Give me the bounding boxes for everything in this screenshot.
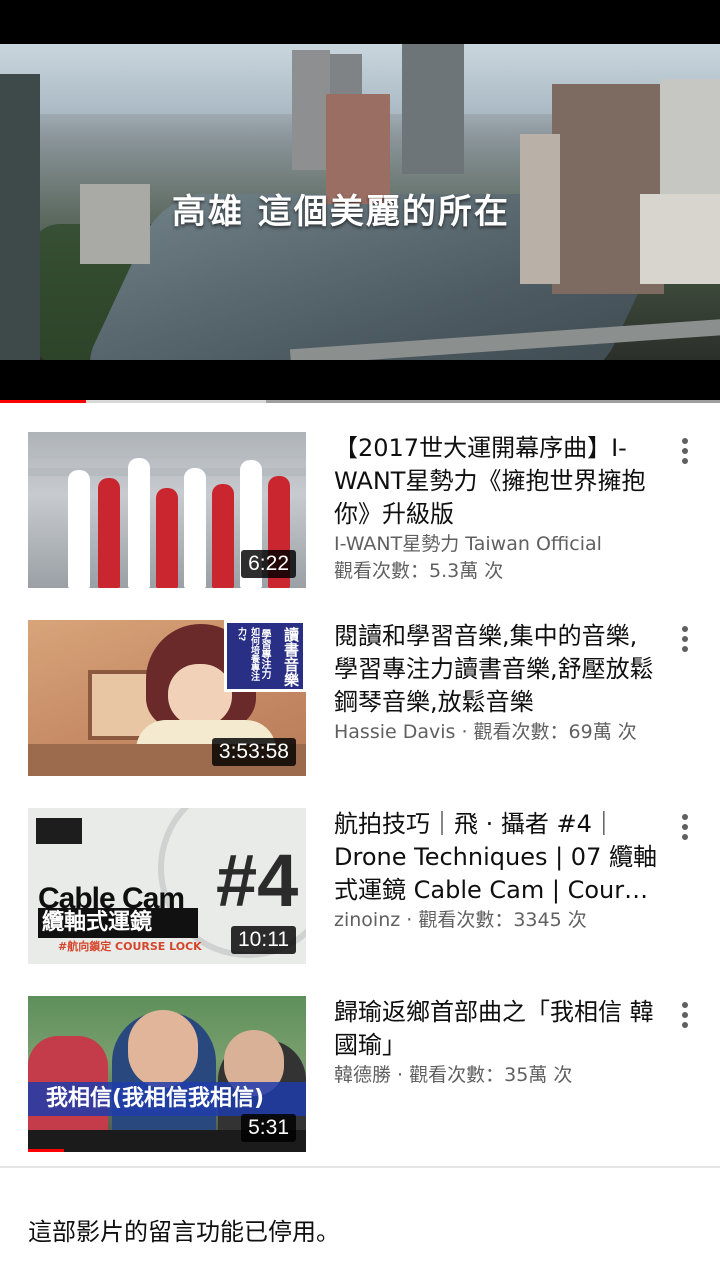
thumb-figure <box>98 478 120 588</box>
more-options-icon[interactable] <box>672 1000 698 1030</box>
thumb-logo <box>36 818 82 844</box>
thumb-text: 纜軸式運鏡 <box>38 908 198 938</box>
video-player[interactable]: 高雄 這個美麗的所在 <box>0 0 720 402</box>
video-meta[interactable]: 航拍技巧｜飛 · 攝者 #4｜Drone Techniques | 07 纜軸式… <box>334 808 658 934</box>
more-options-icon[interactable] <box>672 436 698 466</box>
video-meta[interactable]: 歸瑜返鄉首部曲之「我相信 韓國瑜」 韓德勝 · 觀看次數：35萬 次 <box>334 996 658 1089</box>
video-thumbnail[interactable]: 我相信(我相信我相信) 5:31 <box>28 996 306 1152</box>
video-overlay-title: 高雄 這個美麗的所在 <box>172 192 510 232</box>
thumb-figure <box>212 484 234 588</box>
channel-name: I-WANT星勢力 Taiwan Official <box>334 533 602 555</box>
thumb-figure <box>68 470 90 588</box>
duration-badge: 6:22 <box>241 550 296 578</box>
more-options-icon[interactable] <box>672 624 698 654</box>
video-title[interactable]: 閱讀和學習音樂,集中的音樂,學習專注力讀書音樂,舒壓放鬆鋼琴音樂,放鬆音樂 <box>334 620 658 719</box>
thumb-figure <box>128 458 150 588</box>
channel-and-views: 韓德勝 · 觀看次數：35萬 次 <box>334 1064 573 1086</box>
video-meta[interactable]: 閱讀和學習音樂,集中的音樂,學習專注力讀書音樂,舒壓放鬆鋼琴音樂,放鬆音樂 Ha… <box>334 620 658 746</box>
duration-badge: 10:11 <box>231 926 296 954</box>
video-item[interactable]: 6:22 【2017世大運開幕序曲】I-WANT星勢力《擁抱世界擁抱你》升級版 … <box>0 432 720 592</box>
video-building <box>402 44 464 174</box>
thumb-figure <box>168 664 232 726</box>
thumb-figure <box>184 468 206 588</box>
progress-fill <box>0 400 87 403</box>
video-building <box>640 194 720 284</box>
thumb-figure <box>128 1010 198 1088</box>
thumb-sign-text: 讀書音樂 <box>282 627 300 687</box>
thumb-sign: 讀書音樂 學習專注力 如何培養專注力? <box>224 620 306 692</box>
video-building <box>80 184 150 264</box>
video-building <box>292 50 330 170</box>
video-title[interactable]: 【2017世大運開幕序曲】I-WANT星勢力《擁抱世界擁抱你》升級版 <box>334 432 658 531</box>
more-options-icon[interactable] <box>672 812 698 842</box>
thumb-text: #航向鎖定 COURSE LOCK <box>58 940 202 953</box>
view-count: 觀看次數：5.3萬 次 <box>334 560 504 582</box>
video-title[interactable]: 歸瑜返鄉首部曲之「我相信 韓國瑜」 <box>334 996 658 1062</box>
thumb-banner-text: 我相信(我相信我相信) <box>46 1086 265 1111</box>
thumb-number: #4 <box>216 839 299 922</box>
video-thumbnail[interactable]: 6:22 <box>28 432 306 588</box>
comments-disabled-message: 這部影片的留言功能已停用。 <box>28 1218 340 1246</box>
watched-progress <box>28 1149 64 1152</box>
video-item[interactable]: Cable Cam 纜軸式運鏡 #航向鎖定 COURSE LOCK #4 10:… <box>0 808 720 968</box>
duration-badge: 5:31 <box>241 1114 296 1142</box>
video-thumbnail[interactable]: Cable Cam 纜軸式運鏡 #航向鎖定 COURSE LOCK #4 10:… <box>28 808 306 964</box>
video-building <box>520 134 560 284</box>
video-item[interactable]: 讀書音樂 學習專注力 如何培養專注力? 3:53:58 閱讀和學習音樂,集中的音… <box>0 620 720 780</box>
duration-badge: 3:53:58 <box>211 738 296 766</box>
progress-bar[interactable] <box>0 400 720 403</box>
thumb-sign-text: 如何培養專注力? <box>236 627 259 681</box>
video-title[interactable]: 航拍技巧｜飛 · 攝者 #4｜Drone Techniques | 07 纜軸式… <box>334 808 658 907</box>
channel-and-views: Hassie Davis · 觀看次數：69萬 次 <box>334 721 637 743</box>
video-building <box>0 74 40 360</box>
section-divider <box>0 1166 720 1168</box>
thumb-figure <box>156 488 178 588</box>
video-item[interactable]: 我相信(我相信我相信) 5:31 歸瑜返鄉首部曲之「我相信 韓國瑜」 韓德勝 ·… <box>0 996 720 1156</box>
video-meta[interactable]: 【2017世大運開幕序曲】I-WANT星勢力《擁抱世界擁抱你》升級版 I-WAN… <box>334 432 658 585</box>
video-thumbnail[interactable]: 讀書音樂 學習專注力 如何培養專注力? 3:53:58 <box>28 620 306 776</box>
video-frame[interactable]: 高雄 這個美麗的所在 <box>0 44 720 360</box>
channel-and-views: zinoinz · 觀看次數：3345 次 <box>334 909 587 931</box>
thumb-decoration <box>28 450 306 458</box>
